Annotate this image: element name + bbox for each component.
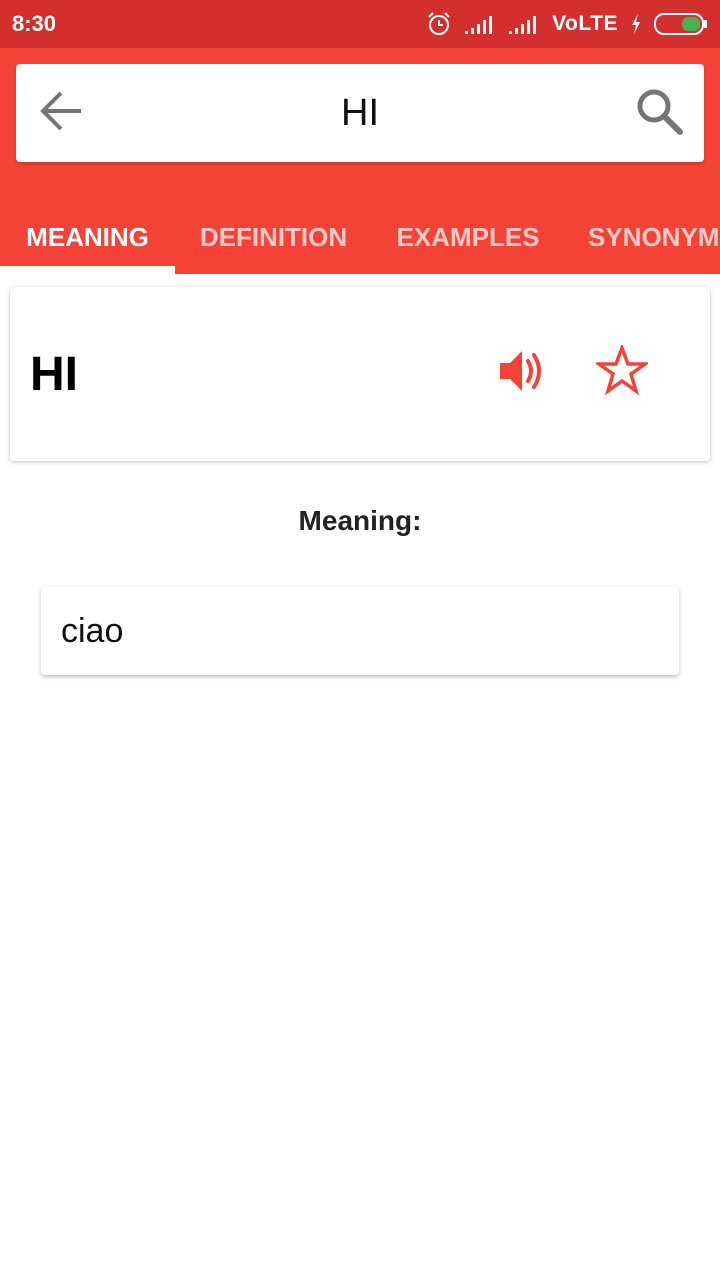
status-time: 8:30 [12, 11, 57, 36]
search-input[interactable]: HI [116, 64, 604, 162]
favorite-button[interactable] [593, 342, 651, 402]
speaker-icon [496, 345, 548, 402]
app-header: HI MEANING DEFINITION EXAMPLES SYNONYMS [0, 48, 720, 274]
signal-icon [508, 13, 540, 35]
network-label: VoLTE [552, 12, 618, 35]
charging-icon [630, 13, 642, 35]
battery-icon [654, 12, 708, 36]
back-arrow-icon [39, 88, 85, 139]
meaning-value: ciao [61, 611, 124, 650]
search-button[interactable] [634, 88, 684, 138]
search-box: HI [16, 64, 704, 162]
tab-bar: MEANING DEFINITION EXAMPLES SYNONYMS [0, 200, 720, 274]
pronounce-button[interactable] [494, 345, 550, 401]
meaning-card: ciao [41, 587, 679, 675]
signal-icon [464, 13, 496, 35]
tab-meaning[interactable]: MEANING [0, 200, 175, 274]
tab-definition[interactable]: DEFINITION [175, 200, 372, 274]
tab-synonyms[interactable]: SYNONYMS [564, 200, 720, 274]
status-icons: VoLTE [426, 11, 708, 37]
word-title: HI [30, 347, 78, 401]
star-outline-icon [593, 342, 651, 402]
status-bar: 8:30 VoLTE [0, 0, 720, 48]
tab-examples[interactable]: EXAMPLES [372, 200, 564, 274]
word-card: HI [10, 287, 710, 461]
alarm-icon [426, 11, 452, 37]
back-button[interactable] [38, 89, 86, 137]
search-icon [634, 86, 684, 141]
meaning-label: Meaning: [298, 505, 422, 536]
